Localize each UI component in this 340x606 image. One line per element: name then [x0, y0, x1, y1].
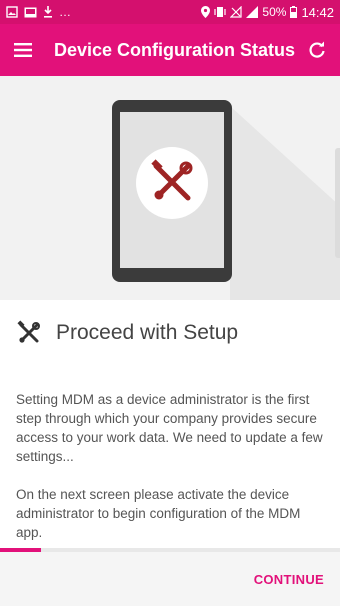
battery-icon [290, 6, 298, 18]
download-icon [43, 6, 53, 18]
description: Setting MDM as a device administrator is… [16, 390, 328, 561]
battery-percent: 50% [262, 5, 287, 19]
photo-notification-icon [24, 7, 37, 18]
tablet-illustration [112, 100, 340, 300]
description-paragraph: On the next screen please activate the d… [16, 487, 301, 540]
tools-icon [16, 320, 42, 346]
section-heading: Proceed with Setup [0, 300, 340, 366]
page-title: Device Configuration Status [54, 39, 296, 60]
description-paragraph: Setting MDM as a device administrator is… [16, 392, 323, 464]
more-notifications-icon: … [59, 5, 71, 19]
location-icon [201, 6, 211, 18]
signal-icon [246, 6, 259, 18]
continue-button[interactable]: CONTINUE [254, 572, 324, 587]
no-signal-icon [230, 6, 243, 18]
vibrate-icon [214, 6, 227, 18]
status-bar: … 50% 14:42 [0, 0, 340, 24]
clock: 14:42 [301, 4, 334, 20]
refresh-icon[interactable] [308, 41, 326, 59]
image-notification-icon [6, 6, 18, 18]
setup-illustration [0, 76, 340, 300]
footer-bar: CONTINUE [0, 552, 340, 606]
app-bar: Device Configuration Status [0, 24, 340, 76]
heading-text: Proceed with Setup [56, 321, 239, 344]
menu-icon[interactable] [14, 43, 32, 57]
